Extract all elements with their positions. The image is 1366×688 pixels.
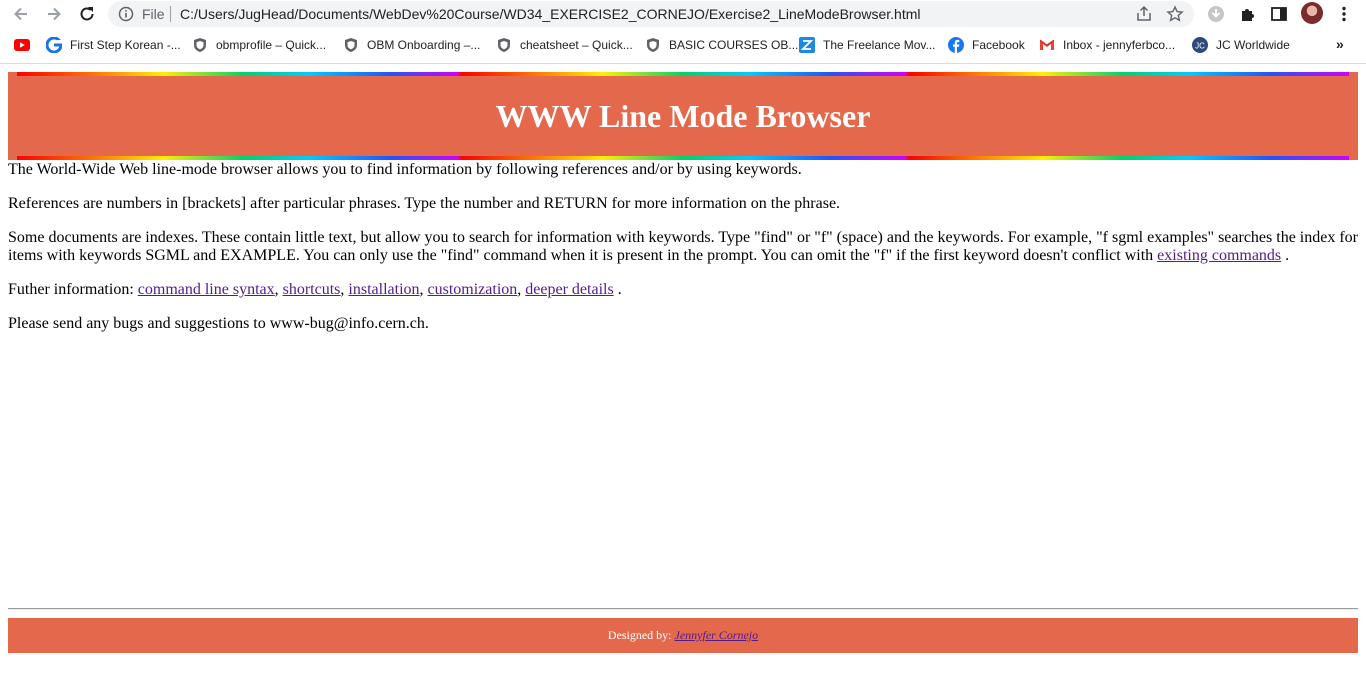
forward-button[interactable] xyxy=(42,2,66,26)
link-command-line-syntax[interactable]: command line syntax xyxy=(138,281,275,298)
back-button[interactable] xyxy=(9,2,33,26)
bookmark-label: JC Worldwide xyxy=(1216,38,1290,52)
rainbow-border-top xyxy=(17,72,1349,76)
freelance-icon xyxy=(799,37,815,53)
youtube-icon xyxy=(14,37,30,53)
link-shortcuts[interactable]: shortcuts xyxy=(283,281,341,298)
bookmark-star-icon[interactable] xyxy=(1166,5,1184,23)
reload-icon xyxy=(80,7,94,21)
page-title: WWW Line Mode Browser xyxy=(495,98,871,134)
bookmark-label: BASIC COURSES OB... xyxy=(669,38,799,52)
extensions-puzzle-icon[interactable] xyxy=(1238,4,1258,24)
bookmark-label: Inbox - jennyferbco... xyxy=(1063,38,1176,52)
footer-author-link[interactable]: Jennyfer Cornejo xyxy=(675,628,759,643)
paragraph-intro: The World-Wide Web line-mode browser all… xyxy=(8,161,802,178)
scheme-label: File xyxy=(142,6,165,22)
google-icon xyxy=(46,37,62,53)
shield-icon xyxy=(343,37,359,53)
profile-avatar[interactable] xyxy=(1301,2,1323,24)
bookmark-label: First Step Korean -... xyxy=(70,38,181,52)
jc-icon: JC xyxy=(1192,37,1208,53)
paragraph-indexes-end: . xyxy=(1281,247,1290,264)
further-info-label: Futher information: xyxy=(8,281,138,298)
bookmark-basic-courses[interactable]: BASIC COURSES OB... xyxy=(645,36,798,54)
bookmark-obmprofile[interactable]: obmprofile – Quick... xyxy=(192,36,326,54)
gmail-icon xyxy=(1039,37,1055,53)
link-existing-commands[interactable]: existing commands xyxy=(1157,247,1281,264)
bookmark-cheatsheet[interactable]: cheatsheet – Quick... xyxy=(496,36,633,54)
bookmark-label: OBM Onboarding –... xyxy=(367,38,481,52)
shield-icon xyxy=(645,37,661,53)
paragraph-references: References are numbers in [brackets] aft… xyxy=(8,195,841,212)
svg-text:JC: JC xyxy=(1195,42,1205,51)
page-content: The World-Wide Web line-mode browser all… xyxy=(8,161,1360,349)
page-footer: Designed by: Jennyfer Cornejo xyxy=(8,618,1358,653)
bookmark-gmail-inbox[interactable]: Inbox - jennyferbco... xyxy=(1039,36,1175,54)
bookmark-obm-onboarding[interactable]: OBM Onboarding –... xyxy=(343,36,480,54)
paragraph-indexes-text: Some documents are indexes. These contai… xyxy=(8,229,1359,264)
bookmark-label: The Freelance Mov... xyxy=(823,38,936,52)
address-bar[interactable]: File C:/Users/JugHead/Documents/WebDev%2… xyxy=(108,1,1194,27)
footer-credit-label: Designed by: xyxy=(607,628,672,642)
bookmark-facebook[interactable]: Facebook xyxy=(948,36,1025,54)
info-icon[interactable] xyxy=(118,6,134,22)
bookmark-jc-worldwide[interactable]: JC JC Worldwide xyxy=(1192,36,1290,54)
page-header: WWW Line Mode Browser xyxy=(8,72,1358,160)
bookmarks-bar: First Step Korean -... obmprofile – Quic… xyxy=(0,32,1366,58)
browser-toolbar: File C:/Users/JugHead/Documents/WebDev%2… xyxy=(0,0,1366,28)
download-icon[interactable] xyxy=(1206,4,1226,24)
bookmark-label: cheatsheet – Quick... xyxy=(520,38,633,52)
paragraph-further-info: Futher information: command line syntax,… xyxy=(8,281,622,298)
bookmark-label: Facebook xyxy=(972,38,1025,52)
bookmark-freelance[interactable]: The Freelance Mov... xyxy=(799,36,936,54)
reload-button[interactable] xyxy=(75,2,99,26)
menu-kebab-icon[interactable] xyxy=(1334,4,1354,24)
page-viewport: WWW Line Mode Browser The World-Wide Web… xyxy=(0,64,1366,688)
arrow-right-icon xyxy=(48,7,61,21)
bookmark-label: obmprofile – Quick... xyxy=(216,38,327,52)
footer-divider xyxy=(8,608,1358,610)
facebook-icon xyxy=(948,37,964,53)
side-panel-icon[interactable] xyxy=(1269,4,1289,24)
further-info-end: . xyxy=(613,281,622,298)
shield-icon xyxy=(496,37,512,53)
paragraph-bugs: Please send any bugs and suggestions to … xyxy=(8,315,429,332)
link-installation[interactable]: installation xyxy=(348,281,419,298)
omnibox-separator xyxy=(170,6,171,22)
bookmark-first-step-korean[interactable]: First Step Korean -... xyxy=(46,36,181,54)
bookmark-youtube[interactable] xyxy=(14,36,38,54)
link-customization[interactable]: customization xyxy=(428,281,518,298)
share-icon[interactable] xyxy=(1135,5,1153,23)
link-deeper-details[interactable]: deeper details xyxy=(525,281,613,298)
bookmarks-overflow-button[interactable]: » xyxy=(1336,36,1344,52)
paragraph-indexes: Some documents are indexes. These contai… xyxy=(8,229,1360,265)
shield-icon xyxy=(192,37,208,53)
arrow-left-icon xyxy=(14,7,27,21)
url-text[interactable]: C:/Users/JugHead/Documents/WebDev%20Cour… xyxy=(180,6,920,22)
rainbow-border-bottom xyxy=(17,156,1349,160)
